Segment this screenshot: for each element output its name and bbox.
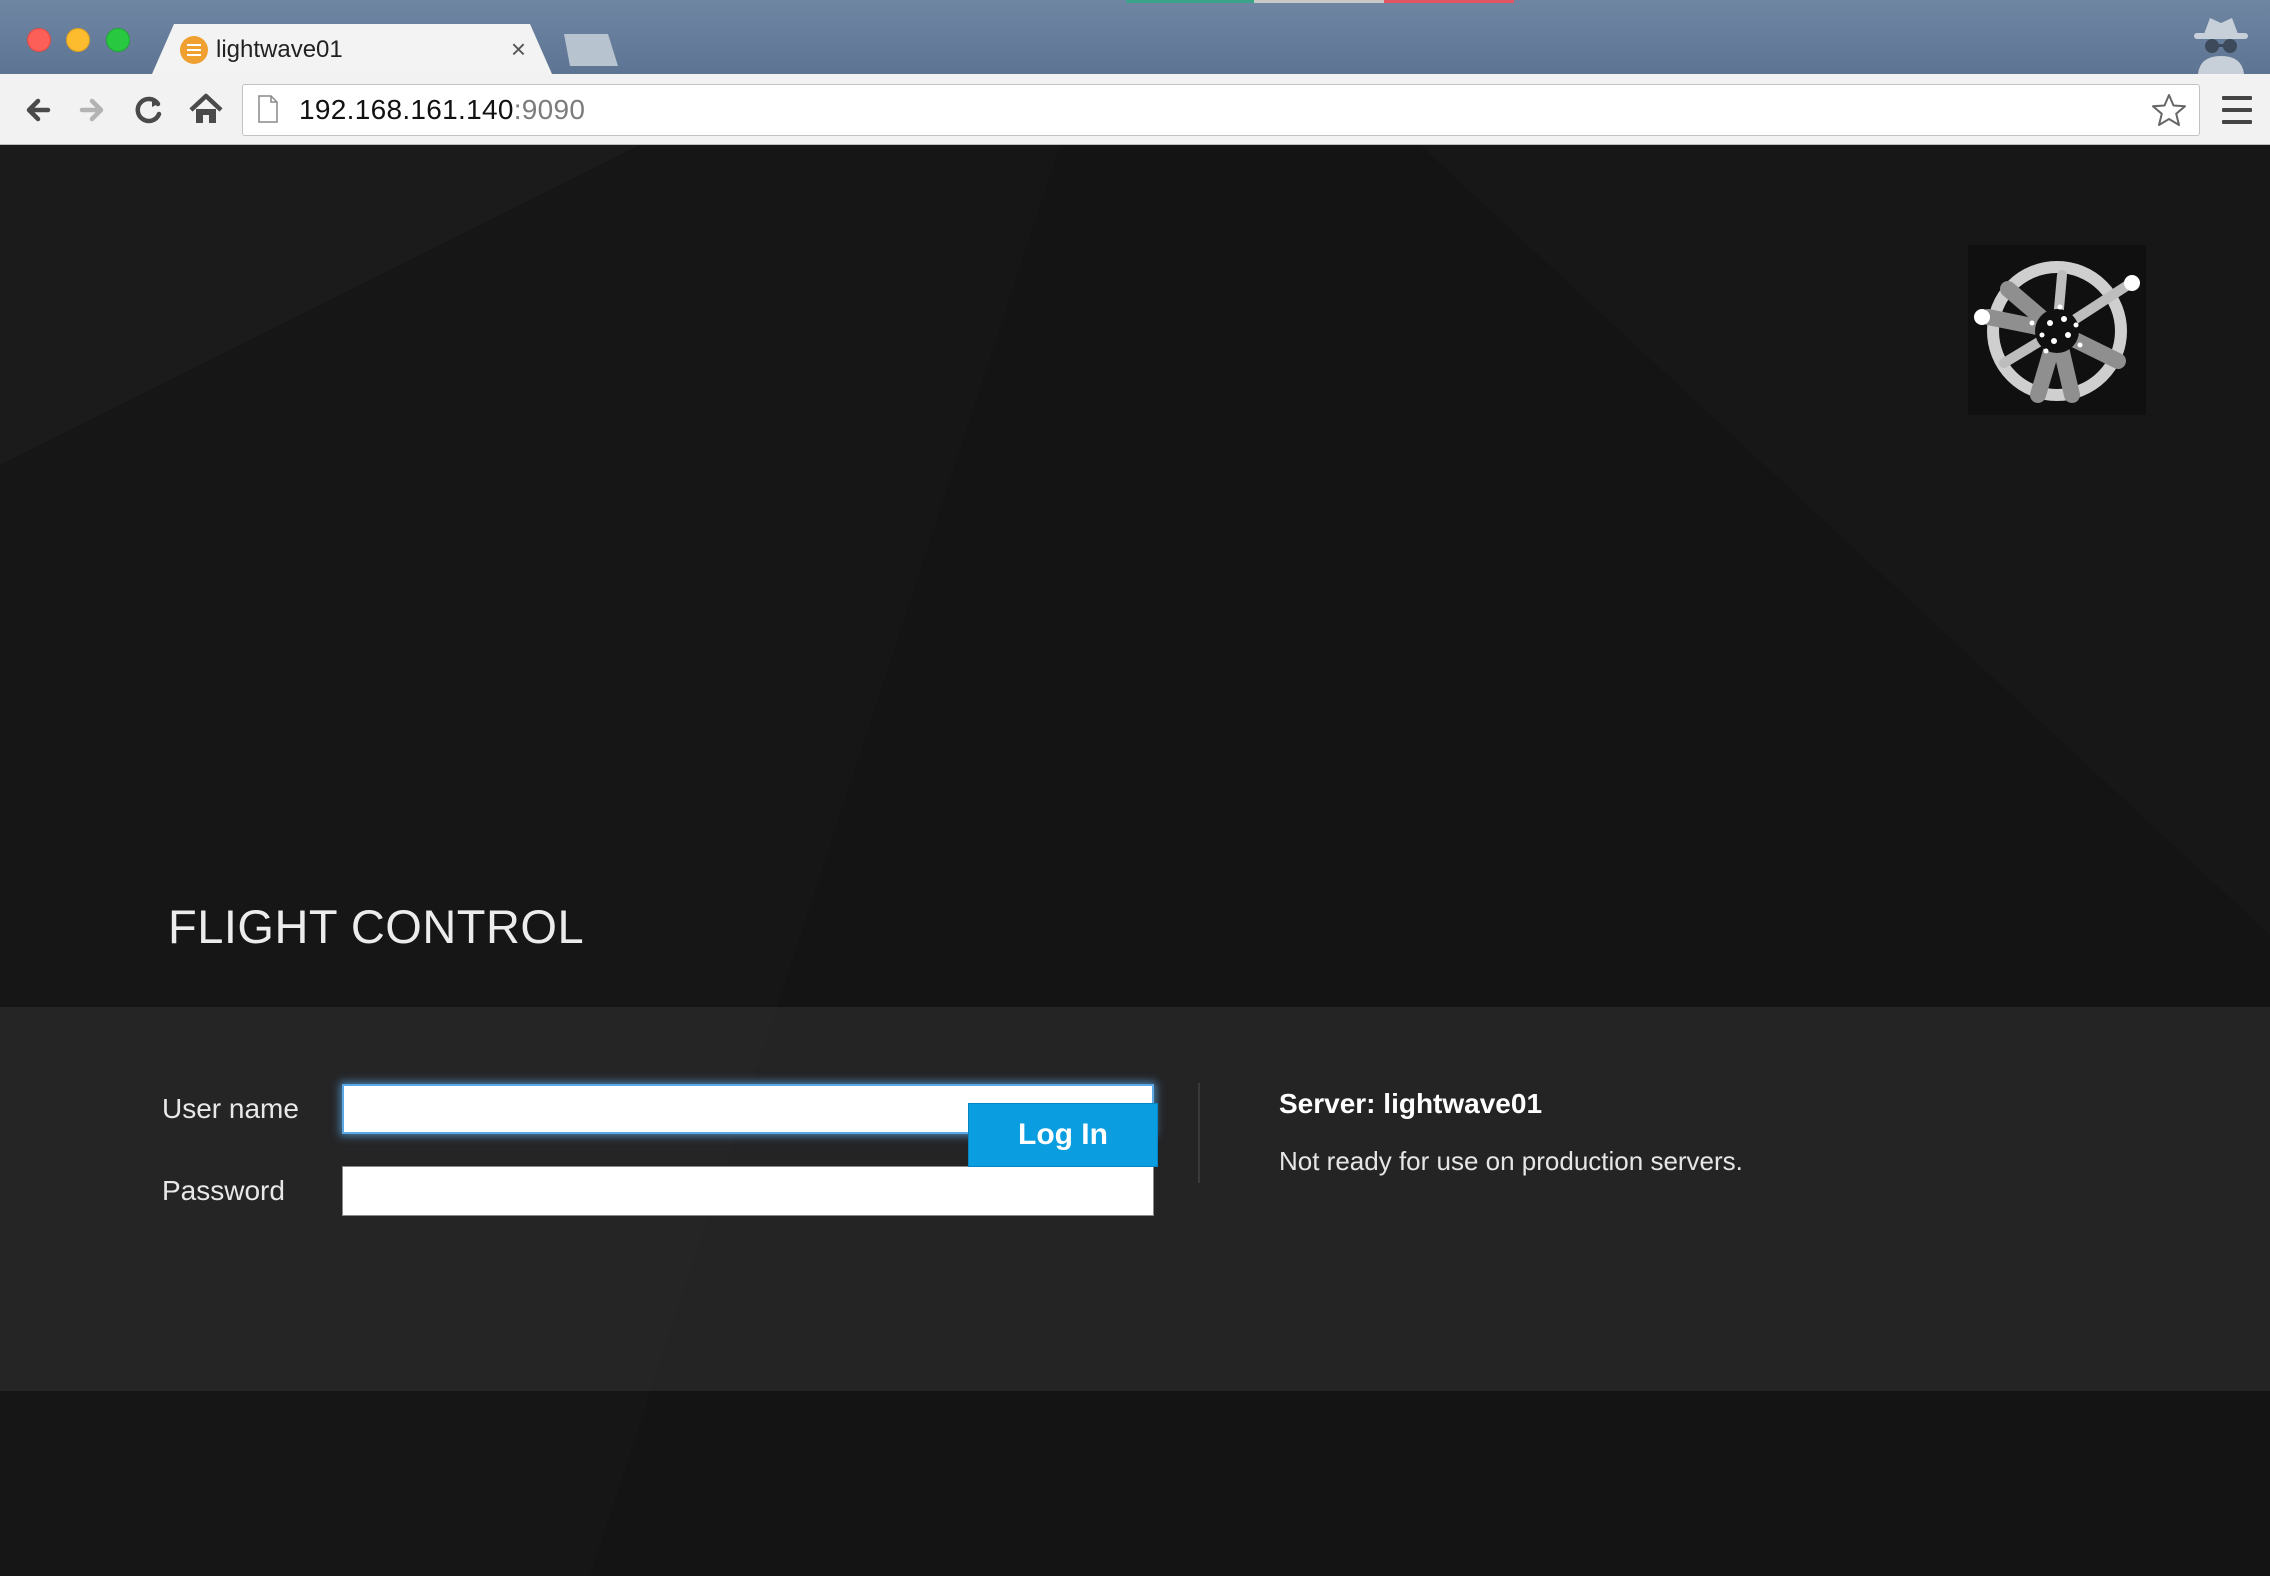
star-icon[interactable]	[2151, 93, 2187, 127]
window-minimize-button[interactable]	[66, 28, 90, 52]
window-close-button[interactable]	[27, 28, 51, 52]
login-page: FLIGHT CONTROL	[0, 145, 2270, 1576]
browser-tab[interactable]: lightwave01 ×	[152, 24, 552, 74]
brand-title: FLIGHT CONTROL	[168, 900, 585, 953]
browser-toolbar: 192.168.161.140:9090	[0, 74, 2270, 145]
lightwave-logo-icon	[1968, 245, 2146, 415]
window-zoom-button[interactable]	[106, 28, 130, 52]
url-host: 192.168.161.140	[299, 94, 514, 125]
form-divider	[1198, 1083, 1200, 1183]
forward-arrow-icon[interactable]	[72, 90, 112, 130]
home-icon[interactable]	[186, 90, 226, 130]
server-title: Server: lightwave01	[1279, 1088, 1543, 1119]
accent-strip	[1384, 0, 1514, 3]
password-label: Password	[162, 1175, 285, 1206]
url-port: :9090	[513, 94, 586, 125]
hamburger-menu-icon[interactable]	[2222, 96, 2252, 124]
tab-close-icon[interactable]: ×	[511, 34, 526, 65]
back-arrow-icon[interactable]	[18, 90, 58, 130]
address-bar[interactable]: 192.168.161.140:9090	[242, 84, 2200, 136]
reload-icon[interactable]	[128, 90, 168, 130]
browser-titlebar: lightwave01 ×	[0, 0, 2270, 74]
server-message: Not ready for use on production servers.	[1279, 1146, 1743, 1176]
favicon-icon	[180, 36, 208, 64]
new-tab-button[interactable]	[564, 34, 618, 66]
tab-title: lightwave01	[216, 36, 343, 63]
username-label: User name	[162, 1093, 299, 1124]
password-input[interactable]	[342, 1166, 1154, 1216]
url-text: 192.168.161.140:9090	[299, 94, 585, 126]
accent-strip	[1254, 0, 1384, 3]
accent-strip	[1126, 0, 1254, 3]
page-icon	[257, 95, 279, 123]
incognito-icon	[2186, 14, 2256, 74]
login-button[interactable]: Log In	[968, 1103, 1158, 1167]
